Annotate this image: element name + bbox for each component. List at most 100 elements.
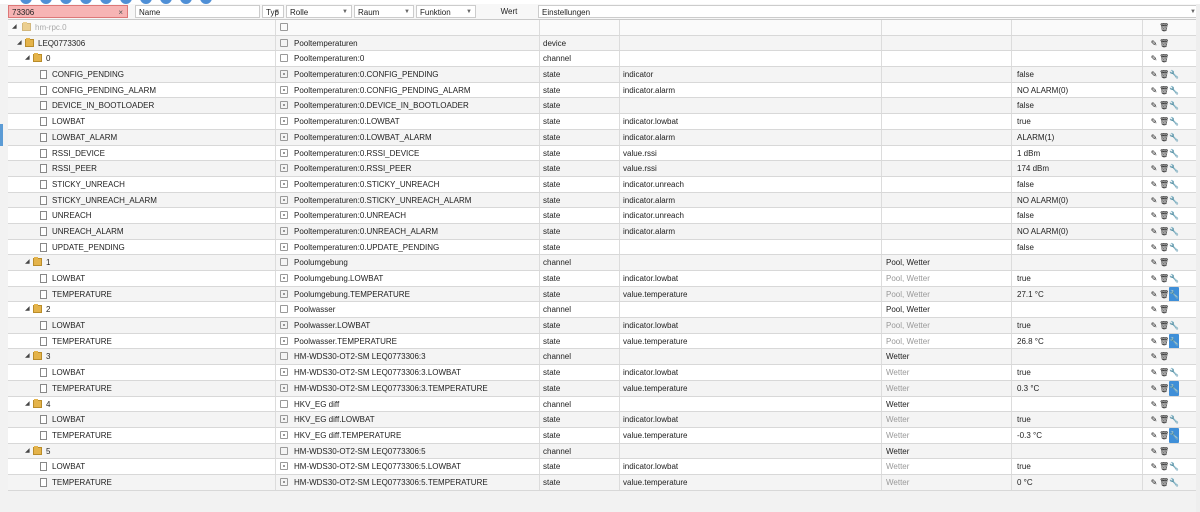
delete-icon[interactable]: 🗑 xyxy=(1159,240,1169,255)
edit-icon[interactable]: ✎ xyxy=(1149,130,1159,145)
delete-icon[interactable]: 🗑 xyxy=(1159,412,1169,427)
edit-icon[interactable]: ✎ xyxy=(1149,287,1159,302)
table-row[interactable]: LOWBAT HM-WDS30-OT2-SM LEQ0773306:3.LOWBA… xyxy=(8,365,1196,381)
settings-icon[interactable]: 🔧 xyxy=(1169,365,1179,380)
table-row[interactable]: LOWBAT HM-WDS30-OT2-SM LEQ0773306:5.LOWBA… xyxy=(8,459,1196,475)
collapse-icon[interactable]: ◢ xyxy=(25,51,30,66)
value-cell[interactable]: true xyxy=(1012,459,1143,474)
delete-icon[interactable]: 🗑 xyxy=(1159,114,1169,129)
settings-icon[interactable]: 🔧 xyxy=(1169,224,1179,239)
delete-icon[interactable]: 🗑 xyxy=(1159,397,1169,412)
value-cell[interactable]: 26.8 °C xyxy=(1012,333,1143,349)
delete-icon[interactable]: 🗑 xyxy=(1159,67,1169,82)
table-row-root[interactable]: ◢ hm-rpc.0 🗑 xyxy=(8,20,1196,36)
settings-icon[interactable]: 🔧 xyxy=(1169,318,1179,333)
settings-icon[interactable]: 🔧 xyxy=(1169,459,1179,474)
table-row[interactable]: RSSI_DEVICE Pooltemperaturen:0.RSSI_DEVIC… xyxy=(8,145,1196,162)
delete-icon[interactable]: 🗑 xyxy=(1159,365,1169,380)
table-row[interactable]: LOWBAT_ALARM Pooltemperaturen:0.LOWBAT_AL… xyxy=(8,129,1196,146)
settings-filter-select[interactable]: Einstellungen ▼ xyxy=(538,5,1200,18)
value-cell[interactable] xyxy=(1012,35,1143,51)
collapse-icon[interactable]: ◢ xyxy=(25,255,30,270)
delete-icon[interactable]: 🗑 xyxy=(1159,224,1169,239)
value-cell[interactable]: true xyxy=(1012,114,1143,129)
room-filter-select[interactable]: Raum ▼ xyxy=(354,5,414,18)
value-cell[interactable]: false xyxy=(1012,176,1143,192)
value-cell[interactable] xyxy=(1012,255,1143,270)
table-row[interactable]: LOWBAT HKV_EG diff.LOWBAT state indicator.l… xyxy=(8,412,1196,428)
delete-icon[interactable]: 🗑 xyxy=(1159,459,1169,474)
value-cell[interactable] xyxy=(1012,302,1143,318)
delete-icon[interactable]: 🗑 xyxy=(1159,349,1169,364)
edit-icon[interactable]: ✎ xyxy=(1149,349,1159,364)
value-cell[interactable]: 0.3 °C xyxy=(1012,380,1143,396)
value-cell[interactable]: 174 dBm xyxy=(1012,161,1143,176)
collapse-icon[interactable]: ◢ xyxy=(25,302,30,317)
value-cell[interactable]: NO ALARM(0) xyxy=(1012,192,1143,208)
value-cell[interactable] xyxy=(1012,349,1143,365)
edit-icon[interactable]: ✎ xyxy=(1149,240,1159,255)
settings-icon[interactable]: 🔧 xyxy=(1169,240,1179,255)
value-cell[interactable]: NO ALARM(0) xyxy=(1012,223,1143,239)
value-cell[interactable]: ALARM(1) xyxy=(1012,129,1143,145)
settings-icon[interactable]: 🔧 xyxy=(1169,114,1179,129)
edit-icon[interactable]: ✎ xyxy=(1149,177,1159,192)
delete-icon[interactable]: 🗑 xyxy=(1159,318,1169,333)
table-row[interactable]: UNREACH Pooltemperaturen:0.UNREACH state in… xyxy=(8,208,1196,224)
table-row[interactable]: TEMPERATURE HKV_EG diff.TEMPERATURE state v… xyxy=(8,427,1196,444)
table-row[interactable]: UPDATE_PENDING Pooltemperaturen:0.UPDATE_… xyxy=(8,239,1196,256)
table-row[interactable]: CONFIG_PENDING Pooltemperaturen:0.CONFIG_… xyxy=(8,67,1196,83)
delete-icon[interactable]: 🗑 xyxy=(1159,287,1169,302)
table-row[interactable]: CONFIG_PENDING_ALARM Pooltemperaturen:0.C… xyxy=(8,82,1196,99)
delete-icon[interactable]: 🗑 xyxy=(1159,208,1169,223)
collapse-icon[interactable]: ◢ xyxy=(25,397,30,412)
value-cell[interactable]: false xyxy=(1012,67,1143,82)
settings-icon[interactable]: 🔧 xyxy=(1169,475,1179,490)
value-cell[interactable]: true xyxy=(1012,365,1143,380)
settings-icon[interactable]: 🔧 xyxy=(1169,286,1179,302)
edit-icon[interactable]: ✎ xyxy=(1149,459,1159,474)
delete-icon[interactable]: 🗑 xyxy=(1159,98,1169,113)
delete-icon[interactable]: 🗑 xyxy=(1159,381,1169,396)
clear-icon[interactable]: × xyxy=(118,6,123,19)
table-row[interactable]: ◢ LEQ0773306 Pooltemperaturen device ✎ 🗑 xyxy=(8,35,1196,52)
delete-icon[interactable]: 🗑 xyxy=(1159,20,1169,35)
edit-icon[interactable]: ✎ xyxy=(1149,98,1159,113)
table-row[interactable]: ◢ 2 Poolwasser channel Pool, Wetter ✎ 🗑 xyxy=(8,302,1196,319)
value-cell[interactable] xyxy=(1012,443,1143,459)
delete-icon[interactable]: 🗑 xyxy=(1159,475,1169,490)
value-cell[interactable]: NO ALARM(0) xyxy=(1012,82,1143,98)
delete-icon[interactable]: 🗑 xyxy=(1159,428,1169,443)
delete-icon[interactable]: 🗑 xyxy=(1159,161,1169,176)
collapse-icon[interactable]: ◢ xyxy=(12,20,17,35)
table-row[interactable]: LOWBAT Poolumgebung.LOWBAT state indicator.… xyxy=(8,271,1196,287)
edit-icon[interactable]: ✎ xyxy=(1149,83,1159,98)
table-row[interactable]: TEMPERATURE HM-WDS30-OT2-SM LEQ0773306:3.… xyxy=(8,380,1196,397)
table-row[interactable]: ◢ 4 HKV_EG diff channel Wetter ✎ 🗑 xyxy=(8,396,1196,413)
table-row[interactable]: LOWBAT Pooltemperaturen:0.LOWBAT state indi… xyxy=(8,114,1196,130)
value-cell[interactable] xyxy=(1012,51,1143,67)
table-row[interactable]: STICKY_UNREACH_ALARM Pooltemperaturen:0.S… xyxy=(8,192,1196,209)
edit-icon[interactable]: ✎ xyxy=(1149,193,1159,208)
collapse-icon[interactable]: ◢ xyxy=(25,349,30,364)
table-row[interactable]: UNREACH_ALARM Pooltemperaturen:0.UNREACH_… xyxy=(8,223,1196,240)
edit-icon[interactable]: ✎ xyxy=(1149,161,1159,176)
table-row[interactable]: ◢ 3 HM-WDS30-OT2-SM LEQ0773306:3 channel Wet… xyxy=(8,349,1196,366)
delete-icon[interactable]: 🗑 xyxy=(1159,271,1169,286)
edit-icon[interactable]: ✎ xyxy=(1149,224,1159,239)
delete-icon[interactable]: 🗑 xyxy=(1159,334,1169,349)
collapse-icon[interactable]: ◢ xyxy=(25,444,30,459)
edit-icon[interactable]: ✎ xyxy=(1149,381,1159,396)
delete-icon[interactable]: 🗑 xyxy=(1159,302,1169,317)
delete-icon[interactable]: 🗑 xyxy=(1159,255,1169,270)
value-cell[interactable]: 0 °C xyxy=(1012,474,1143,490)
edit-icon[interactable]: ✎ xyxy=(1149,365,1159,380)
settings-icon[interactable]: 🔧 xyxy=(1169,161,1179,176)
edit-icon[interactable]: ✎ xyxy=(1149,255,1159,270)
value-cell[interactable]: false xyxy=(1012,208,1143,223)
edit-icon[interactable]: ✎ xyxy=(1149,51,1159,66)
settings-icon[interactable]: 🔧 xyxy=(1169,98,1179,113)
value-cell[interactable]: true xyxy=(1012,412,1143,427)
table-row[interactable]: TEMPERATURE HM-WDS30-OT2-SM LEQ0773306:5.… xyxy=(8,474,1196,491)
value-cell[interactable]: false xyxy=(1012,239,1143,255)
